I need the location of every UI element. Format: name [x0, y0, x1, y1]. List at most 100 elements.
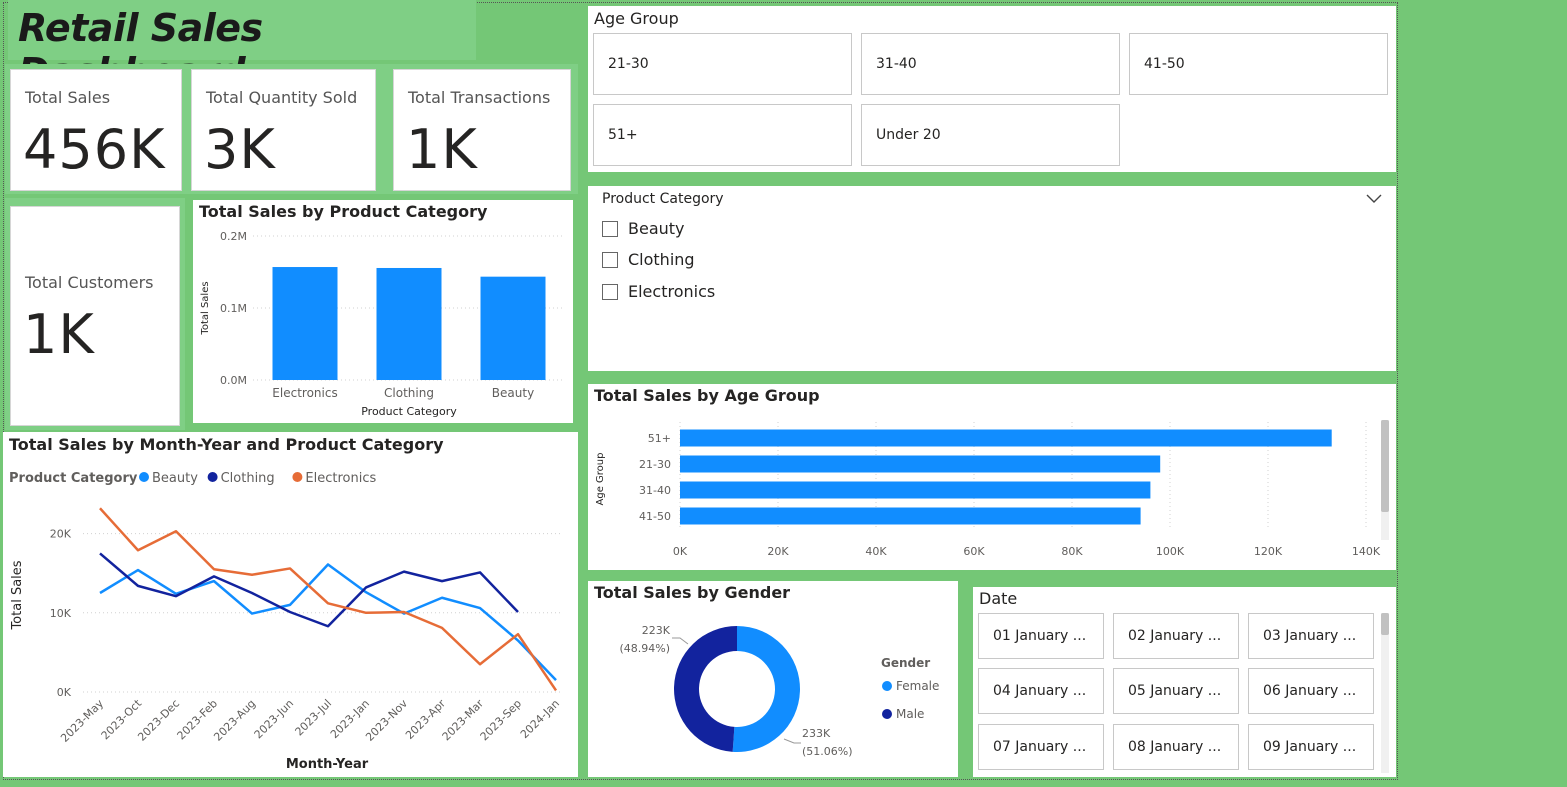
x-tick-label: 20K — [767, 545, 789, 558]
x-tick-label: 40K — [865, 545, 887, 558]
x-tick-label: Beauty — [492, 386, 534, 400]
category-option-electronics[interactable]: Electronics — [602, 282, 715, 301]
x-tick-label: 2023-May — [58, 697, 106, 745]
x-tick-label: 100K — [1156, 545, 1185, 558]
x-tick-label: 80K — [1061, 545, 1083, 558]
kpi-label: Total Quantity Sold — [206, 88, 358, 107]
data-label: 233K — [802, 727, 831, 740]
date-option[interactable]: 09 January ... — [1248, 724, 1374, 770]
scrollbar-thumb[interactable] — [1381, 420, 1389, 512]
chart-sales-by-category[interactable]: Total Sales by Product Category 0.0M 0.1M… — [193, 200, 573, 423]
bar — [680, 507, 1141, 525]
legend-label: Electronics — [305, 471, 376, 486]
chart-sales-by-month[interactable]: Total Sales by Month-Year and Product Ca… — [3, 432, 578, 777]
x-tick-label: 2023-Dec — [135, 697, 182, 744]
age-option-21-30[interactable]: 21-30 — [593, 33, 852, 95]
dashboard-title-box: Retail Sales Dashboard — [8, 0, 476, 94]
x-axis-title: Product Category — [361, 405, 457, 418]
scrollbar[interactable] — [1381, 420, 1389, 540]
x-tick-label: Clothing — [384, 386, 434, 400]
checkbox[interactable] — [602, 283, 618, 300]
option-label: Beauty — [628, 219, 685, 238]
x-tick-label: 2023-Nov — [363, 697, 410, 744]
data-label: 223K — [642, 624, 671, 637]
month-line-svg: Product Category Beauty Clothing Electronic… — [9, 471, 563, 772]
date-option[interactable]: 04 January ... — [978, 668, 1104, 714]
chart-sales-by-gender[interactable]: Total Sales by Gender 233K (51.06%) 223K (4… — [588, 581, 958, 777]
legend-label: Clothing — [221, 471, 275, 486]
kpi-value: 456K — [23, 118, 166, 181]
date-option[interactable]: 06 January ... — [1248, 668, 1374, 714]
scrollbar[interactable] — [1381, 613, 1389, 773]
date-option[interactable]: 05 January ... — [1113, 668, 1239, 714]
scrollbar-thumb[interactable] — [1381, 613, 1389, 635]
y-tick-label: 0.2M — [220, 230, 247, 243]
leader-line — [783, 738, 801, 744]
percent-label: (51.06%) — [802, 745, 853, 758]
date-option[interactable]: 01 January ... — [978, 613, 1104, 659]
age-option-31-40[interactable]: 31-40 — [861, 33, 1120, 95]
legend-marker — [207, 472, 218, 482]
checkbox[interactable] — [602, 220, 618, 237]
kpi-value: 3K — [204, 118, 276, 181]
kpi-customers-wrap: Total Customers 1K — [5, 198, 185, 430]
date-option[interactable]: 03 January ... — [1248, 613, 1374, 659]
date-option[interactable]: 08 January ... — [1113, 724, 1239, 770]
bar — [376, 267, 442, 380]
x-tick-label: 120K — [1254, 545, 1283, 558]
legend-marker — [292, 472, 303, 482]
legend-label: Male — [896, 707, 924, 721]
y-tick-label: 41-50 — [639, 510, 671, 523]
donut-slice — [732, 626, 800, 752]
slicer-title: Date — [979, 589, 1018, 608]
x-tick-label: 2023-Jun — [252, 697, 296, 741]
kpi-value: 1K — [23, 303, 95, 366]
legend-label: Female — [896, 679, 939, 693]
x-tick-label: 140K — [1352, 545, 1381, 558]
y-tick-label: 20K — [50, 528, 72, 541]
category-option-beauty[interactable]: Beauty — [602, 219, 685, 238]
y-tick-label: 10K — [50, 607, 72, 620]
legend-title: Product Category — [9, 471, 138, 486]
date-slicer: Date 01 January ... 02 January ... 03 Ja… — [973, 587, 1396, 777]
slicer-title: Age Group — [594, 9, 679, 28]
kpi-label: Total Sales — [25, 88, 111, 107]
legend-marker — [139, 472, 149, 482]
age-group-slicer: Age Group 21-30 31-40 41-50 51+ Under 20 — [588, 6, 1396, 172]
age-option-under-20[interactable]: Under 20 — [861, 104, 1120, 166]
checkbox[interactable] — [602, 251, 618, 268]
legend-marker — [882, 681, 892, 691]
age-option-51-plus[interactable]: 51+ — [593, 104, 852, 166]
chart-sales-by-age[interactable]: Total Sales by Age Group 0K 20K 40K 60K 80K 1… — [588, 384, 1396, 570]
series-line — [99, 552, 519, 628]
age-bar-svg: 0K 20K 40K 60K 80K 100K 120K 140K 51+ 21-30 31-40 4… — [595, 422, 1381, 558]
kpi-card-total-quantity[interactable]: Total Quantity Sold 3K — [191, 69, 376, 191]
x-tick-label: 60K — [963, 545, 985, 558]
percent-label: (48.94%) — [619, 642, 670, 655]
kpi-card-total-transactions[interactable]: Total Transactions 1K — [393, 69, 571, 191]
legend-label: Beauty — [152, 471, 198, 486]
kpi-card-total-sales[interactable]: Total Sales 456K — [10, 69, 182, 191]
y-axis-title: Total Sales — [10, 560, 25, 630]
donut-slice — [673, 626, 737, 752]
x-tick-label: 0K — [673, 545, 688, 558]
y-tick-label: 51+ — [648, 432, 671, 445]
date-option[interactable]: 02 January ... — [1113, 613, 1239, 659]
chevron-down-icon[interactable] — [1366, 194, 1382, 204]
legend-marker — [882, 709, 892, 719]
leader-line — [672, 637, 689, 645]
date-option[interactable]: 07 January ... — [978, 724, 1104, 770]
kpi-card-total-customers[interactable]: Total Customers 1K — [10, 206, 180, 426]
kpi-label: Total Transactions — [408, 88, 551, 107]
gender-donut-svg: 233K (51.06%) 223K (48.94%) Gender Female Male — [619, 624, 939, 758]
category-option-clothing[interactable]: Clothing — [602, 250, 695, 269]
y-tick-label: 0K — [57, 686, 72, 699]
slicer-title: Product Category — [602, 191, 724, 207]
x-tick-label: 2024-Jan — [518, 697, 562, 741]
age-option-41-50[interactable]: 41-50 — [1129, 33, 1388, 95]
kpi-label: Total Customers — [25, 273, 154, 292]
bar — [272, 267, 338, 380]
x-tick-label: 2023-Aug — [211, 697, 258, 744]
y-tick-label: 0.0M — [220, 374, 247, 387]
y-tick-label: 0.1M — [220, 302, 247, 315]
